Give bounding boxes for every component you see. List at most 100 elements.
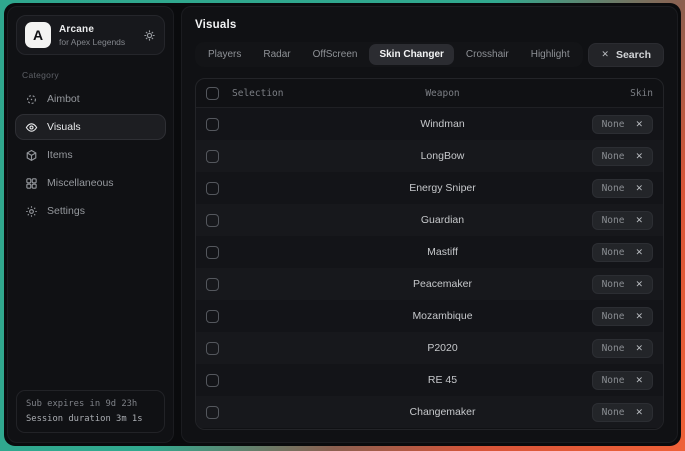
row-checkbox[interactable] (206, 278, 219, 291)
row-checkbox[interactable] (206, 214, 219, 227)
app-logo: A (25, 22, 51, 48)
table-row: Mastiff None ✕ (196, 236, 663, 268)
weapon-name: LongBow (344, 150, 541, 162)
sidebar-item-aimbot[interactable]: Aimbot (15, 86, 166, 112)
subscription-box: Sub expires in 9d 23h Session duration 3… (16, 390, 165, 433)
tab-players[interactable]: Players (198, 44, 251, 65)
weapon-name: Guardian (344, 214, 541, 226)
weapon-name: Changemaker (344, 406, 541, 418)
sidebar-item-label: Miscellaneous (47, 177, 114, 189)
search-button[interactable]: ✕ Search (588, 43, 664, 67)
row-checkbox[interactable] (206, 406, 219, 419)
table-row: Mozambique None ✕ (196, 300, 663, 332)
table-row: Windman None ✕ (196, 108, 663, 140)
table-row: Energy Sniper None ✕ (196, 172, 663, 204)
skin-value: None (602, 247, 625, 258)
skin-table: Selection Weapon Skin Windman None ✕ Lon… (195, 78, 664, 430)
skin-select[interactable]: None ✕ (592, 147, 653, 166)
header-gear-icon[interactable] (143, 29, 156, 42)
weapon-name: Energy Sniper (344, 182, 541, 194)
gear-icon (25, 205, 38, 218)
row-checkbox[interactable] (206, 118, 219, 131)
skin-value: None (602, 183, 625, 194)
app-name: Arcane (59, 24, 135, 35)
sidebar-item-items[interactable]: Items (15, 142, 166, 168)
sidebar-item-visuals[interactable]: Visuals (15, 114, 166, 140)
weapon-header: Weapon (344, 88, 541, 99)
page-title: Visuals (195, 19, 664, 31)
sub-expires-text: Sub expires in 9d 23h (26, 399, 155, 409)
clear-skin-icon[interactable]: ✕ (635, 248, 643, 257)
clear-skin-icon[interactable]: ✕ (635, 120, 643, 129)
cube-icon (25, 149, 38, 162)
clear-skin-icon[interactable]: ✕ (635, 216, 643, 225)
tab-radar[interactable]: Radar (253, 44, 300, 65)
skin-select[interactable]: None ✕ (592, 115, 653, 134)
tab-crosshair[interactable]: Crosshair (456, 44, 519, 65)
table-header: Selection Weapon Skin (196, 79, 663, 108)
row-checkbox[interactable] (206, 182, 219, 195)
clear-skin-icon[interactable]: ✕ (635, 312, 643, 321)
skin-select[interactable]: None ✕ (592, 179, 653, 198)
crosshair-icon (25, 93, 38, 106)
table-row: RE 45 None ✕ (196, 364, 663, 396)
sidebar-item-label: Visuals (47, 121, 81, 133)
skin-select[interactable]: None ✕ (592, 307, 653, 326)
skin-select[interactable]: None ✕ (592, 339, 653, 358)
toolbar: PlayersRadarOffScreenSkin ChangerCrossha… (195, 42, 664, 67)
search-icon: ✕ (601, 49, 609, 60)
selection-header: Selection (232, 88, 344, 99)
skin-value: None (602, 279, 625, 290)
tab-highlight[interactable]: Highlight (521, 44, 580, 65)
table-row: Peacemaker None ✕ (196, 268, 663, 300)
skin-value: None (602, 311, 625, 322)
main-panel: Visuals PlayersRadarOffScreenSkin Change… (181, 6, 678, 443)
skin-select[interactable]: None ✕ (592, 243, 653, 262)
eye-icon (25, 121, 38, 134)
skin-value: None (602, 407, 625, 418)
table-row: Guardian None ✕ (196, 204, 663, 236)
sidebar: A Arcane for Apex Legends Category Aimbo… (7, 6, 174, 443)
table-body: Windman None ✕ LongBow None ✕ Energy Sni… (196, 108, 663, 428)
table-row: Changemaker None ✕ (196, 396, 663, 428)
row-checkbox[interactable] (206, 342, 219, 355)
sidebar-item-label: Aimbot (47, 93, 80, 105)
sidebar-item-label: Settings (47, 205, 85, 217)
select-all-checkbox[interactable] (206, 87, 219, 100)
row-checkbox[interactable] (206, 310, 219, 323)
session-duration-text: Session duration 3m 1s (26, 414, 155, 424)
skin-select[interactable]: None ✕ (592, 403, 653, 422)
sidebar-item-label: Items (47, 149, 73, 161)
weapon-name: P2020 (344, 342, 541, 354)
sidebar-header: A Arcane for Apex Legends (16, 15, 165, 55)
grid-icon (25, 177, 38, 190)
tab-offscreen[interactable]: OffScreen (303, 44, 368, 65)
skin-value: None (602, 119, 625, 130)
row-checkbox[interactable] (206, 246, 219, 259)
skin-select[interactable]: None ✕ (592, 371, 653, 390)
tab-skin-changer[interactable]: Skin Changer (369, 44, 453, 65)
clear-skin-icon[interactable]: ✕ (635, 280, 643, 289)
row-checkbox[interactable] (206, 150, 219, 163)
clear-skin-icon[interactable]: ✕ (635, 152, 643, 161)
search-button-label: Search (616, 49, 651, 61)
skin-select[interactable]: None ✕ (592, 211, 653, 230)
clear-skin-icon[interactable]: ✕ (635, 408, 643, 417)
sidebar-item-miscellaneous[interactable]: Miscellaneous (15, 170, 166, 196)
table-row: P2020 None ✕ (196, 332, 663, 364)
table-row: LongBow None ✕ (196, 140, 663, 172)
app-subtitle: for Apex Legends (59, 37, 135, 47)
clear-skin-icon[interactable]: ✕ (635, 184, 643, 193)
skin-value: None (602, 151, 625, 162)
row-checkbox[interactable] (206, 374, 219, 387)
skin-select[interactable]: None ✕ (592, 275, 653, 294)
clear-skin-icon[interactable]: ✕ (635, 376, 643, 385)
category-label: Category (22, 70, 159, 80)
clear-skin-icon[interactable]: ✕ (635, 344, 643, 353)
sidebar-item-settings[interactable]: Settings (15, 198, 166, 224)
skin-value: None (602, 215, 625, 226)
skin-value: None (602, 375, 625, 386)
skin-header: Skin (541, 88, 653, 99)
weapon-name: Mastiff (344, 246, 541, 258)
weapon-name: RE 45 (344, 374, 541, 386)
